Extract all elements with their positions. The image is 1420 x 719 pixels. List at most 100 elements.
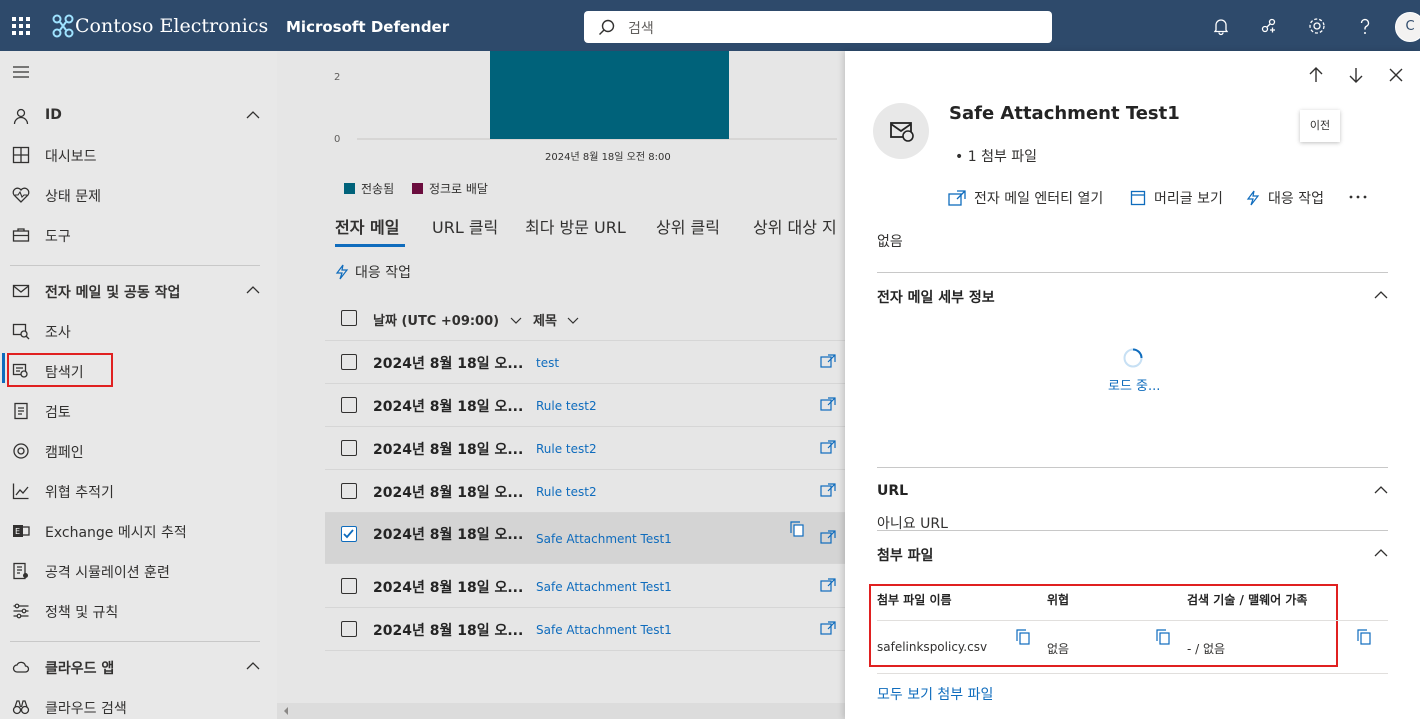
person-icon bbox=[13, 108, 29, 125]
chevron-up-icon bbox=[246, 662, 260, 670]
nav-item-policies-rules[interactable]: 정책 및 규칙 bbox=[0, 591, 277, 631]
help-icon[interactable] bbox=[1355, 16, 1375, 36]
tab-top-clicks[interactable]: 상위 클릭 bbox=[656, 214, 720, 238]
table-row[interactable]: 2024년 8월 18일 오... Safe Attachment Test1 bbox=[325, 608, 845, 651]
open-external-icon[interactable] bbox=[820, 530, 836, 544]
nav-section-cloud-apps[interactable]: 클라우드 앱 bbox=[0, 647, 277, 687]
select-all-checkbox[interactable] bbox=[341, 310, 357, 326]
copy-icon[interactable] bbox=[790, 521, 804, 537]
scroll-left-icon[interactable] bbox=[282, 707, 290, 715]
open-external-icon[interactable] bbox=[820, 397, 836, 411]
horizontal-scrollbar[interactable] bbox=[277, 703, 845, 719]
take-action-button-panel[interactable]: 대응 작업 bbox=[1246, 188, 1324, 208]
nav-item-attack-simulation[interactable]: 공격 시뮬레이션 훈련 bbox=[0, 551, 277, 591]
chevron-up-icon[interactable] bbox=[1374, 290, 1388, 300]
row-date: 2024년 8월 18일 오... bbox=[373, 356, 524, 372]
hamburger-icon[interactable] bbox=[12, 65, 30, 79]
more-options-icon[interactable] bbox=[1349, 194, 1367, 200]
product-name[interactable]: Microsoft Defender bbox=[286, 18, 449, 36]
legend-item[interactable]: 정크로 배달 bbox=[429, 182, 488, 196]
search-icon bbox=[599, 19, 615, 35]
avatar[interactable]: C bbox=[1395, 12, 1420, 42]
nav-item-campaigns[interactable]: 캠페인 bbox=[0, 431, 277, 471]
view-all-attachments-link[interactable]: 모두 보기 첨부 파일 bbox=[877, 684, 993, 704]
row-checkbox[interactable] bbox=[341, 578, 357, 594]
copy-icon[interactable] bbox=[1156, 629, 1170, 645]
att-row-divider bbox=[877, 673, 1388, 674]
heart-pulse-icon bbox=[12, 187, 30, 203]
bell-icon[interactable] bbox=[1211, 16, 1231, 36]
nav-section-id[interactable]: ID bbox=[0, 96, 277, 136]
table-row[interactable]: 2024년 8월 18일 오... test bbox=[325, 341, 845, 384]
section-url[interactable]: URL bbox=[877, 483, 908, 499]
nav-item-cloud-discovery[interactable]: 클라우드 검색 bbox=[0, 687, 277, 719]
arrow-up-icon[interactable] bbox=[1307, 66, 1325, 84]
section-email-details[interactable]: 전자 메일 세부 정보 bbox=[877, 287, 995, 307]
review-icon bbox=[14, 402, 28, 420]
arrow-down-icon[interactable] bbox=[1347, 66, 1365, 84]
open-external-icon[interactable] bbox=[820, 483, 836, 497]
view-header-button[interactable]: 머리글 보기 bbox=[1130, 188, 1223, 208]
nav-section-email-collab[interactable]: 전자 메일 및 공동 작업 bbox=[0, 271, 277, 311]
nav-item-tools[interactable]: 도구 bbox=[0, 215, 277, 255]
row-checkbox[interactable] bbox=[341, 621, 357, 637]
tab-top-urls[interactable]: 최다 방문 URL bbox=[525, 214, 626, 238]
app-launcher-icon[interactable] bbox=[12, 17, 30, 35]
tab-top-targeted[interactable]: 상위 대상 지 bbox=[753, 214, 837, 238]
open-external-icon[interactable] bbox=[820, 621, 836, 635]
table-row[interactable]: 2024년 8월 18일 오... Rule test2 bbox=[325, 427, 845, 470]
nav-item-investigations[interactable]: 조사 bbox=[0, 311, 277, 351]
row-subject[interactable]: Rule test2 bbox=[536, 442, 597, 456]
x-tick-label: 2024년 8월 18일 오전 8:00 bbox=[545, 152, 671, 163]
chevron-up-icon[interactable] bbox=[1374, 548, 1388, 558]
section-attachments[interactable]: 첨부 파일 bbox=[877, 545, 933, 565]
open-external-icon[interactable] bbox=[820, 354, 836, 368]
nav-item-label: 대시보드 bbox=[45, 149, 97, 165]
row-subject[interactable]: test bbox=[536, 356, 559, 370]
gear-icon[interactable] bbox=[1307, 16, 1327, 36]
row-subject[interactable]: Safe Attachment Test1 bbox=[536, 623, 672, 637]
open-external-icon[interactable] bbox=[820, 578, 836, 592]
row-checkbox[interactable] bbox=[341, 526, 357, 542]
row-checkbox[interactable] bbox=[341, 483, 357, 499]
nav-item-health-issues[interactable]: 상태 문제 bbox=[0, 175, 277, 215]
search-input[interactable]: 검색 bbox=[584, 11, 1052, 43]
open-external-icon[interactable] bbox=[820, 440, 836, 454]
open-email-entity-button[interactable]: 전자 메일 엔터티 열기 bbox=[948, 188, 1103, 208]
chevron-up-icon[interactable] bbox=[1374, 485, 1388, 495]
row-subject[interactable]: Rule test2 bbox=[536, 399, 597, 413]
nav-item-exchange-trace[interactable]: E Exchange 메시지 추적 bbox=[0, 511, 277, 551]
column-header-subject[interactable]: 제목 bbox=[533, 310, 579, 329]
row-checkbox[interactable] bbox=[341, 354, 357, 370]
nav-item-label: 정책 및 규칙 bbox=[45, 605, 119, 621]
nav-item-dashboard[interactable]: 대시보드 bbox=[0, 135, 277, 175]
row-subject[interactable]: Safe Attachment Test1 bbox=[536, 532, 672, 546]
nav-item-threat-tracker[interactable]: 위협 추적기 bbox=[0, 471, 277, 511]
table-row[interactable]: 2024년 8월 18일 오... Rule test2 bbox=[325, 470, 845, 513]
nav-item-review[interactable]: 검토 bbox=[0, 391, 277, 431]
connections-icon[interactable] bbox=[1259, 16, 1279, 36]
column-header-subject-label: 제목 bbox=[533, 314, 557, 329]
view-header-label: 머리글 보기 bbox=[1154, 191, 1223, 207]
row-subject[interactable]: Rule test2 bbox=[536, 485, 597, 499]
row-checkbox[interactable] bbox=[341, 397, 357, 413]
table-row[interactable]: 2024년 8월 18일 오... Safe Attachment Test1 bbox=[325, 565, 845, 608]
table-row[interactable]: 2024년 8월 18일 오... Safe Attachment Test1 bbox=[325, 513, 845, 564]
row-date: 2024년 8월 18일 오... bbox=[373, 485, 524, 501]
take-action-button[interactable]: 대응 작업 bbox=[335, 262, 411, 282]
close-icon[interactable] bbox=[1388, 67, 1404, 83]
investigation-icon bbox=[12, 323, 30, 340]
row-subject[interactable]: Safe Attachment Test1 bbox=[536, 580, 672, 594]
highlight-box-explorer bbox=[7, 353, 113, 387]
binoculars-icon bbox=[12, 700, 30, 715]
tab-url-clicks[interactable]: URL 클릭 bbox=[432, 214, 498, 238]
legend-item[interactable]: 전송됨 bbox=[361, 182, 394, 196]
tab-email[interactable]: 전자 메일 bbox=[335, 214, 399, 238]
copy-icon[interactable] bbox=[1357, 629, 1371, 645]
bar-전송됨[interactable] bbox=[490, 51, 729, 139]
brand-name[interactable]: Contoso Electronics bbox=[75, 15, 268, 37]
table-row[interactable]: 2024년 8월 18일 오... Rule test2 bbox=[325, 384, 845, 427]
copy-icon[interactable] bbox=[1016, 629, 1030, 645]
row-checkbox[interactable] bbox=[341, 440, 357, 456]
column-header-date[interactable]: 날짜 (UTC +09:00) bbox=[373, 310, 522, 329]
